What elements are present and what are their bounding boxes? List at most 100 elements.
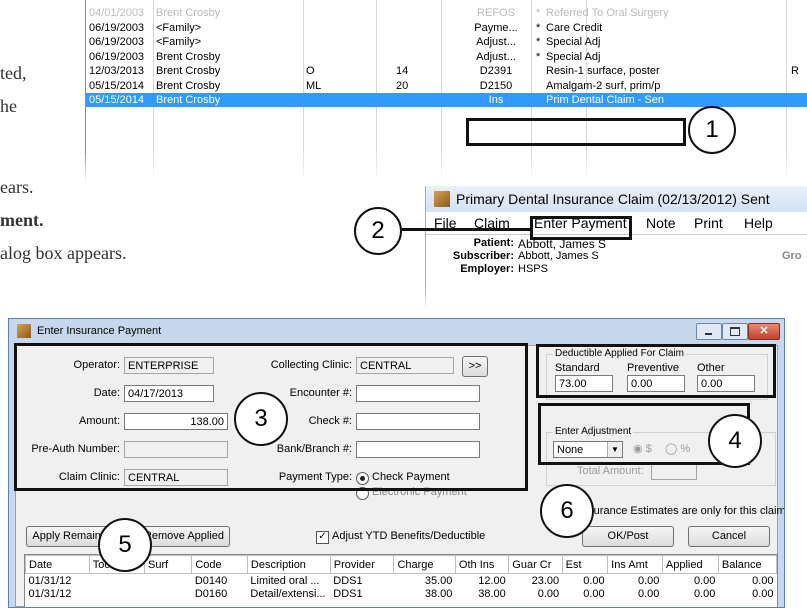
menu-enter-payment[interactable]: Enter Payment: [534, 212, 627, 234]
cancel-button[interactable]: Cancel: [688, 526, 770, 547]
claim-app-icon: [434, 191, 450, 207]
ledger-row[interactable]: 06/19/2003 <Family> Adjust... * Special Adj: [86, 35, 807, 49]
ok-post-button[interactable]: OK/Post: [582, 526, 674, 547]
adjustment-dollar-label: $: [645, 443, 652, 455]
deductible-other-field[interactable]: 0.00: [697, 375, 755, 392]
total-amount-field: [651, 463, 697, 480]
standard-label: Standard: [555, 362, 600, 374]
column-header[interactable]: Applied: [661, 555, 719, 574]
claim-body: Patient: Abbott, James S Subscriber: Abb…: [426, 234, 807, 275]
minimize-icon: [705, 333, 712, 335]
operator-label: Operator:: [73, 359, 120, 371]
deductible-group: Deductible Applied For Claim Standard Pr…: [546, 348, 768, 400]
adjustment-select[interactable]: None ▼: [553, 441, 623, 458]
adjustment-dollar-radio[interactable]: ◉ $: [633, 442, 652, 455]
close-button[interactable]: ✕: [748, 323, 780, 340]
ledger-code: Adjust...: [476, 50, 516, 63]
adjustment-group-title: Enter Adjustment: [553, 426, 634, 437]
ledger-row-selected[interactable]: 05/15/2014 Brent Crosby Ins Prim Dental Cla…: [86, 93, 807, 107]
column-header[interactable]: Code: [191, 555, 248, 574]
table-row[interactable]: 01/31/12 D0140 Limited oral ... DDS1 35.00 12…: [26, 574, 777, 588]
ledger-name: Brent Crosby: [156, 65, 221, 77]
operator-field: ENTERPRISE: [124, 357, 214, 374]
adjustment-percent-radio[interactable]: ◯ %: [665, 442, 690, 455]
employer-value: HSPS: [518, 263, 548, 275]
check-number-field[interactable]: [356, 413, 480, 430]
column-header[interactable]: Balance: [717, 555, 777, 574]
column-header[interactable]: Description: [246, 555, 331, 574]
menu-note[interactable]: Note: [646, 212, 676, 234]
collecting-clinic-more-button[interactable]: >>: [462, 356, 488, 377]
dialog-titlebar: Enter Insurance Payment ✕: [9, 319, 784, 343]
ledger-description: Resin-1 surface, poster: [546, 65, 660, 77]
column-header[interactable]: Est: [561, 555, 609, 574]
table-cell: Detail/extensi...: [250, 587, 326, 600]
dialog-app-icon: [17, 324, 31, 338]
callout-number-6: 6: [540, 484, 594, 538]
column-header[interactable]: Charge: [393, 555, 456, 574]
minimize-button[interactable]: [696, 323, 722, 340]
table-cell: 01/31/12: [28, 574, 72, 587]
callout-number-4: 4: [708, 414, 762, 468]
chevron-down-icon: ▼: [607, 442, 622, 457]
column-header[interactable]: Ins Amt: [607, 555, 663, 574]
employer-label: Employer:: [460, 263, 514, 275]
ledger-description: Care Credit: [546, 21, 603, 34]
ledger-description: Special Adj: [546, 36, 601, 48]
subscriber-value: Abbott, James S: [518, 250, 599, 262]
ledger-row[interactable]: 06/19/2003 Brent Crosby Adjust... * Special …: [86, 50, 807, 64]
table-cell: 38.00: [424, 587, 453, 600]
ledger-name: Brent Crosby: [156, 94, 221, 106]
subscriber-label: Subscriber:: [452, 250, 514, 262]
claim-window-title: Primary Dental Insurance Claim (02/13/20…: [456, 191, 770, 207]
patient-value: Abbott, James S: [518, 237, 607, 251]
ledger-description: Referred To Oral Surgery: [546, 7, 669, 19]
column-header[interactable]: Provider: [329, 555, 395, 574]
table-cell: [89, 587, 144, 600]
table-cell: [145, 587, 192, 600]
amount-field[interactable]: 138.00: [124, 413, 228, 430]
table-cell: 0.00: [537, 587, 560, 600]
doc-text-line: ears.: [0, 177, 34, 197]
ledger-date: 05/15/2014: [89, 94, 145, 106]
bank-branch-field[interactable]: [356, 441, 480, 458]
ledger-row[interactable]: 05/15/2014 Brent Crosby ML 20 D2150 Amalgam-2…: [86, 79, 807, 93]
table-cell: [89, 574, 144, 588]
maximize-icon: [730, 327, 740, 336]
column-header[interactable]: Surf: [143, 555, 193, 574]
menu-help[interactable]: Help: [744, 212, 773, 234]
ledger-code: Payme...: [474, 21, 518, 34]
column-header[interactable]: Guar Cr: [508, 555, 563, 574]
ledger-date: 12/03/2013: [89, 65, 145, 77]
adjustment-select-value: None: [557, 444, 584, 456]
dialog-title: Enter Insurance Payment: [37, 325, 162, 337]
table-cell: 0.00: [637, 587, 660, 600]
encounter-field[interactable]: [356, 385, 480, 402]
ledger-row[interactable]: 06/19/2003 <Family> Payme... * Care Credit: [86, 21, 807, 35]
table-cell: Limited oral ...: [250, 574, 320, 587]
table-row[interactable]: 01/31/12 D0160 Detail/extensi... DDS1 38.00 3…: [26, 587, 777, 600]
ledger-fade: [85, 150, 807, 182]
payment-electronic-label: Electronic Payment: [372, 486, 467, 498]
deductible-standard-field[interactable]: 73.00: [555, 375, 613, 392]
ledger-description: Prim Dental Claim - Sen: [546, 94, 664, 106]
deductible-preventive-field[interactable]: 0.00: [627, 375, 685, 392]
checkbox-checked-icon: ✓: [316, 531, 329, 544]
ledger-row[interactable]: 04/01/2003 Brent Crosby REFOS * Referred To …: [86, 6, 807, 20]
menu-print[interactable]: Print: [694, 212, 723, 234]
ledger-code: Adjust...: [476, 36, 516, 48]
ledger-row[interactable]: 12/03/2013 Brent Crosby O 14 D2391 Resin-1 su…: [86, 64, 807, 78]
ledger-name: Brent Crosby: [156, 50, 221, 63]
ledger-surface: O: [306, 65, 315, 77]
table-cell: 0.00: [583, 574, 605, 587]
adjust-ytd-label: Adjust YTD Benefits/Deductible: [332, 530, 486, 542]
date-field[interactable]: 04/17/2013: [124, 385, 214, 402]
column-header[interactable]: Oth Ins: [454, 555, 510, 574]
preventive-label: Preventive: [627, 362, 679, 374]
maximize-button[interactable]: [722, 323, 748, 340]
ledger-flag: *: [536, 50, 541, 63]
ledger-code: D2391: [479, 65, 513, 77]
ledger-date: 06/19/2003: [89, 36, 145, 48]
ledger-code: Ins: [488, 94, 504, 106]
column-header[interactable]: Date: [25, 555, 90, 574]
